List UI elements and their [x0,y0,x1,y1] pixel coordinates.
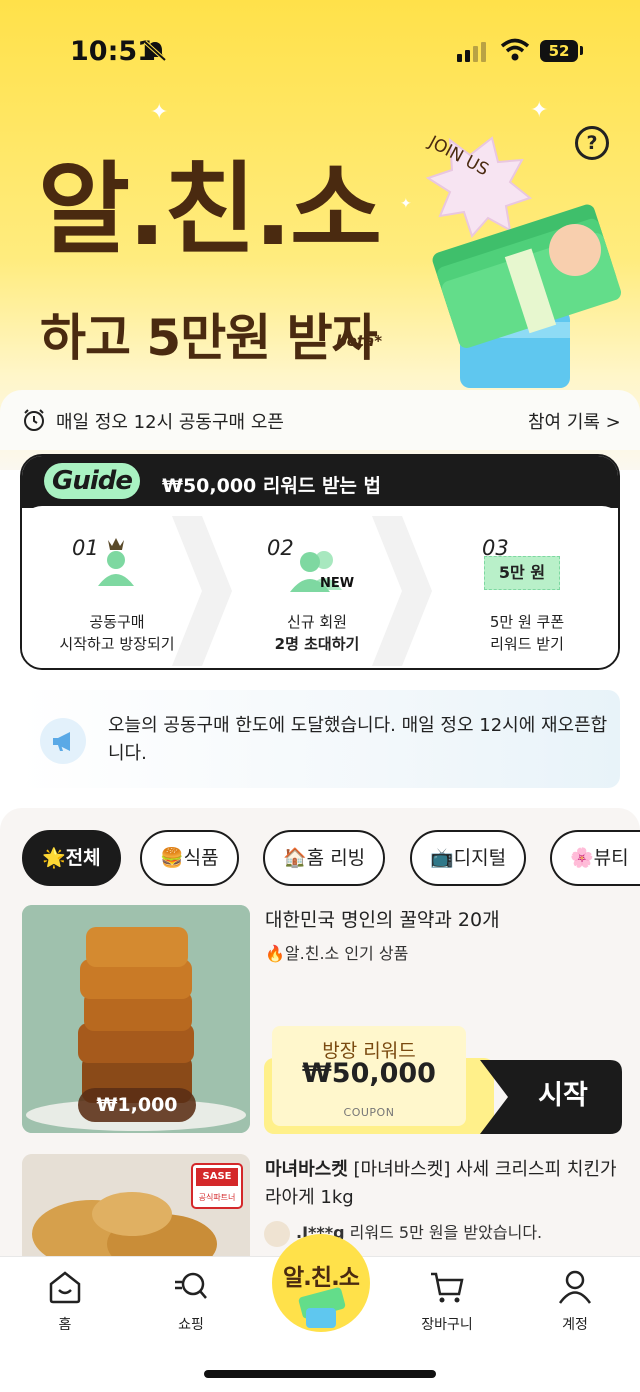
sase-logo: SASE [202,1171,232,1182]
help-button[interactable]: ? [575,126,609,160]
guide-steps: 01 공동구매 시작하고 방장되기 02 NEW 신규 회원 2명 초대하기 0… [22,506,618,668]
category-tab-food[interactable]: 🍔식품 [140,830,239,886]
guide-title: ₩50,000 리워드 받는 법 [162,475,382,497]
open-time-text: 매일 정오 12시 공동구매 오픈 [56,412,284,433]
review-text: 리워드 5만 원을 받았습니다. [344,1223,543,1242]
category-label: 홈 리빙 [306,847,366,869]
avatar [264,1220,290,1247]
burger-icon: 🍔 [160,847,184,869]
guide-step-1: 01 공동구매 시작하고 방장되기 [22,506,222,666]
megaphone-icon [40,718,86,764]
home-indicator[interactable] [204,1370,436,1378]
tab-home[interactable]: 홈 [20,1270,110,1334]
product-title[interactable]: 마녀바스켓 [마녀바스켓] 사세 크리스피 치킨가라아게 1kg [265,1156,625,1212]
tab-label: 장바구니 [421,1317,473,1333]
category-tab-home-living[interactable]: 🏠홈 리빙 [263,830,386,886]
product-price: ₩1,000 [78,1088,196,1122]
bell-muted-icon [143,40,167,62]
hero-title: 알.친.소 [38,151,382,268]
crown-user-icon [98,538,134,586]
category-tab-digital[interactable]: 📺디지털 [410,830,527,886]
product-title[interactable]: 대한민국 명인의 꿀약과 20개 [265,905,500,932]
sparkle-icon: ✦ [530,98,549,123]
tab-label: 홈 [58,1317,72,1333]
category-tab-all[interactable]: 🌟전체 [22,830,121,886]
search-icon [175,1272,207,1299]
category-label: 전체 [65,847,101,869]
guide-step-2: 02 NEW 신규 회원 2명 초대하기 [222,506,422,666]
product-image-chicken[interactable]: SASE 공식파트너 [22,1154,250,1264]
limit-notice-text: 오늘의 공동구매 한도에 도달했습니다. 매일 정오 12시에 재오픈합니다. [108,715,608,764]
category-label: 뷰티 [593,847,629,869]
battery-indicator: 52 [540,40,578,62]
step-label: 공동구매 시작하고 방장되기 [59,613,175,653]
reward-guide-card: Guide ₩50,000 리워드 받는 법 01 공동구매 시작하고 방장되기… [20,454,620,670]
guide-header: Guide ₩50,000 리워드 받는 법 [22,456,618,508]
host-reward-amount: ₩50,000 [302,1058,436,1089]
coupon-label: COUPON [343,1106,395,1119]
sparkle-icon: ✦ [150,100,169,125]
step-label: 신규 회원 2명 초대하기 [274,613,360,653]
house-icon: 🏠 [283,847,307,869]
guide-badge: Guide [44,463,140,499]
popular-tag: 🔥알.친.소 인기 상품 [265,944,409,963]
category-label: 디지털 [453,847,507,869]
wifi-icon [500,38,530,61]
guide-step-3: 03 5만 원 5만 원 쿠폰 리워드 받기 [422,506,618,666]
official-partner-label: 공식파트너 [198,1193,236,1202]
star-icon: 🌟 [42,847,66,869]
tab-label: 알.친.소 [283,1265,360,1291]
start-group-buy-button[interactable]: 시작 [505,1060,621,1134]
step-label: 5만 원 쿠폰 리워드 받기 [489,613,565,653]
flower-icon: 🌸 [570,847,594,869]
cart-icon [431,1272,464,1303]
tab-cart[interactable]: 장바구니 [402,1270,492,1334]
tab-label: 계정 [562,1317,588,1333]
coupon-badge: 5만 원 [484,556,560,590]
category-label: 식품 [183,847,219,869]
participation-history-link[interactable]: 참여 기록 > [528,408,621,434]
cellular-signal-icon [457,42,486,62]
battery-cap [580,46,583,55]
money-hand-illustration: JOIN US [424,132,621,388]
home-icon [49,1271,81,1304]
hero-subtitle: 하고 5만원 받자 [40,309,378,367]
user-icon [558,1270,592,1304]
alarm-clock-icon [24,409,44,431]
tab-label: 쇼핑 [178,1317,204,1333]
hero-beta-label: beta* [336,332,383,350]
new-badge: NEW [320,576,355,591]
category-tab-beauty[interactable]: 🌸뷰티 [550,830,640,886]
tab-shopping[interactable]: 쇼핑 [146,1270,236,1334]
tv-icon: 📺 [430,847,454,869]
tab-account[interactable]: 계정 [530,1270,620,1334]
